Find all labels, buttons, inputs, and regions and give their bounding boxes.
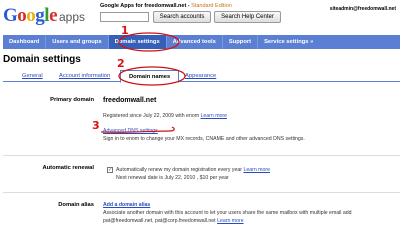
primary-domain-name: freedomwall.net (103, 97, 157, 104)
domain-alias-label: Domain alias (58, 202, 94, 208)
domain-alias-description: Associate another domain with this accou… (103, 210, 352, 216)
annotation-number-1: 1 (121, 24, 129, 37)
auto-renew-learn-more-link[interactable]: Learn more (243, 167, 270, 173)
domain-alias-example: pat@freedomwall.net, pat@corp.freedomwal… (103, 218, 244, 224)
annotation-number-2: 2 (117, 57, 125, 70)
edition-label: Standard Edition (191, 3, 232, 9)
add-domain-alias-link[interactable]: Add a domain alias (103, 202, 150, 208)
tab-account-information[interactable]: Account information (59, 70, 110, 82)
tab-appearance[interactable]: Appearance (185, 70, 216, 82)
search-help-center-button[interactable]: Search Help Center (214, 11, 281, 23)
primary-domain-label: Primary domain (50, 97, 94, 103)
divider (3, 155, 400, 156)
tab-domain-names[interactable]: Domain names (120, 70, 180, 83)
google-apps-logo[interactable]: Google apps (3, 6, 85, 26)
nav-support[interactable]: Support (223, 35, 259, 49)
dns-description: Sign in to enom to change your MX record… (103, 136, 305, 142)
tab-general[interactable]: General (22, 70, 43, 82)
nav-domain-settings[interactable]: Domain settings (108, 35, 167, 49)
domain-alias-example-text: pat@freedomwall.net, pat@corp.freedomwal… (103, 218, 216, 224)
google-wordmark: Google (3, 5, 57, 26)
annotation-number-3: 3 (92, 119, 100, 132)
search-accounts-button[interactable]: Search accounts (153, 11, 211, 23)
nav-advanced-tools[interactable]: Advanced tools (167, 35, 223, 49)
user-email[interactable]: siteadmin@freedomwall.net (330, 6, 396, 12)
registered-text: Registered since July 22, 2009 with enom (103, 113, 200, 119)
domain-alias-learn-more-link[interactable]: Learn more (217, 218, 244, 224)
nav-service-settings[interactable]: Service settings » (258, 35, 319, 49)
advanced-dns-settings-link[interactable]: Advanced DNS settings (103, 128, 158, 134)
auto-renew-text: Automatically renew my domain registrati… (116, 167, 270, 173)
nav-users-and-groups[interactable]: Users and groups (46, 35, 109, 49)
search-input[interactable] (100, 12, 149, 22)
page-title: Domain settings (3, 54, 81, 65)
next-renewal-text: Next renewal date is July 22, 2010 , $10… (116, 175, 229, 181)
divider (3, 192, 400, 193)
nav-dashboard[interactable]: Dashboard (3, 35, 47, 49)
apps-title-text: Google Apps for freedomwall.net (100, 3, 187, 9)
auto-renew-label: Automatically renew my domain registrati… (116, 167, 242, 173)
logo-apps-label: apps (59, 10, 86, 24)
automatic-renewal-label: Automatic renewal (42, 165, 94, 171)
apps-title: Google Apps for freedomwall.net - Standa… (100, 3, 232, 9)
auto-renew-checkbox[interactable]: ✓ (107, 167, 113, 173)
subtabs-bar: General Account information Domain names… (3, 70, 400, 83)
registered-learn-more-link[interactable]: Learn more (200, 113, 227, 119)
main-nav: Dashboard Users and groups Domain settin… (3, 35, 400, 49)
registered-info: Registered since July 22, 2009 with enom… (103, 113, 227, 119)
